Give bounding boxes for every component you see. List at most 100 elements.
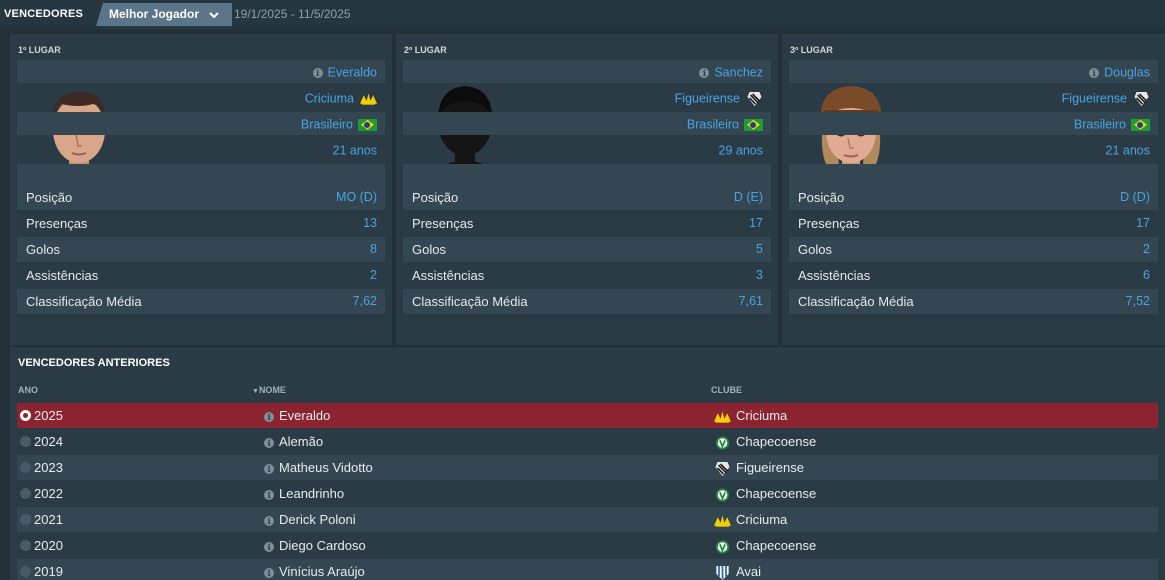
stat-row: Classificação Média 7,61 [403, 289, 771, 314]
table-row[interactable]: 2022 i Leandrinho Chapecoense [17, 481, 1158, 506]
player-name[interactable]: Everaldo [328, 66, 377, 80]
radio-button[interactable] [20, 540, 31, 551]
player-nationality[interactable]: Brasileiro [687, 118, 739, 132]
radio-button[interactable] [20, 514, 31, 525]
stat-row: Presenças 17 [412, 216, 763, 231]
figueirense-crest-icon [746, 92, 763, 106]
brazil-flag-icon [358, 118, 377, 131]
info-icon: i [264, 515, 274, 526]
previous-winners-panel: VENCEDORES ANTERIORES ANO ▼NOME CLUBE 20… [10, 347, 1165, 580]
info-icon: i [1089, 67, 1100, 78]
sort-desc-icon: ▼ [252, 388, 259, 395]
club-cell[interactable]: Criciuma [714, 512, 787, 528]
top-bar: VENCEDORES Melhor Jogador 19/1/2025 - 11… [0, 0, 1165, 29]
player-club-row[interactable]: Criciuma [17, 86, 385, 109]
info-icon: i [312, 67, 323, 78]
stat-row: Assistências 3 [412, 268, 763, 283]
player-name-row[interactable]: i Douglas [789, 60, 1158, 83]
stat-row: Classificação Média 7,62 [17, 289, 385, 314]
table-row[interactable]: 2023 i Matheus Vidotto Figueirense [17, 455, 1158, 480]
name-cell[interactable]: i Diego Cardoso [264, 538, 366, 553]
info-icon: i [699, 67, 710, 78]
podium-panel-first: 1º LUGAR i Everaldo Criciuma Brasileiro 2… [10, 34, 392, 345]
column-header-year[interactable]: ANO [18, 385, 38, 395]
player-name[interactable]: Sanchez [714, 66, 763, 80]
name-cell[interactable]: i Leandrinho [264, 486, 344, 501]
place-label: 2º LUGAR [404, 45, 447, 55]
player-age: 21 anos [1105, 143, 1150, 158]
year-cell: 2020 [34, 538, 63, 553]
player-name-row[interactable]: i Sanchez [403, 60, 771, 83]
stat-row: Presenças 13 [26, 216, 377, 231]
club-cell[interactable]: Chapecoense [714, 486, 816, 502]
table-row[interactable]: 2025 i Everaldo Criciuma [17, 403, 1158, 428]
spacer-row [789, 164, 1158, 187]
year-cell: 2023 [34, 460, 63, 475]
place-label: 1º LUGAR [18, 45, 61, 55]
name-cell[interactable]: i Alemão [264, 434, 323, 449]
radio-button[interactable] [20, 488, 31, 499]
year-cell: 2021 [34, 512, 63, 527]
club-cell[interactable]: Chapecoense [714, 538, 816, 554]
player-club[interactable]: Figueirense [675, 92, 740, 106]
info-icon: i [264, 463, 274, 474]
chapecoense-crest-icon [714, 488, 731, 502]
radio-button[interactable] [20, 566, 31, 577]
chapecoense-crest-icon [714, 540, 731, 554]
stat-row: Assistências 2 [26, 268, 377, 283]
radio-button[interactable] [20, 462, 31, 473]
player-club[interactable]: Criciuma [305, 92, 354, 106]
info-icon: i [264, 437, 274, 448]
table-row[interactable]: 2020 i Diego Cardoso Chapecoense [17, 533, 1158, 558]
radio-button[interactable] [20, 410, 31, 421]
column-header-name[interactable]: ▼NOME [252, 385, 286, 395]
player-nationality[interactable]: Brasileiro [1074, 118, 1126, 132]
player-nationality-row[interactable]: Brasileiro [789, 112, 1158, 135]
player-age-row: 29 anos [403, 138, 771, 161]
name-cell[interactable]: i Derick Poloni [264, 512, 356, 527]
stat-row: Posição MO (D) [17, 185, 385, 210]
info-icon: i [264, 489, 274, 500]
spacer-row [17, 164, 385, 187]
column-header-club[interactable]: CLUBE [711, 385, 742, 395]
player-age-row: 21 anos [789, 138, 1158, 161]
player-age: 29 anos [718, 143, 763, 158]
award-select-dropdown[interactable]: Melhor Jogador [96, 3, 232, 26]
player-club[interactable]: Figueirense [1062, 92, 1127, 106]
info-icon: i [264, 567, 274, 578]
award-select-value: Melhor Jogador [109, 7, 200, 21]
player-nationality[interactable]: Brasileiro [301, 118, 353, 132]
club-cell[interactable]: Chapecoense [714, 434, 816, 450]
table-row[interactable]: 2024 i Alemão Chapecoense [17, 429, 1158, 454]
name-cell[interactable]: i Everaldo [264, 408, 330, 423]
figueirense-crest-icon [714, 462, 731, 476]
player-club-row[interactable]: Figueirense [403, 86, 771, 109]
club-cell[interactable]: Avai [714, 564, 761, 580]
year-cell: 2022 [34, 486, 63, 501]
info-icon: i [264, 541, 274, 552]
section-title: VENCEDORES ANTERIORES [18, 357, 170, 369]
name-cell[interactable]: i Matheus Vidotto [264, 460, 373, 475]
criciuma-crest-icon [360, 92, 377, 106]
club-cell[interactable]: Figueirense [714, 460, 804, 476]
player-club-row[interactable]: Figueirense [789, 86, 1158, 109]
brazil-flag-icon [1131, 118, 1150, 131]
player-nationality-row[interactable]: Brasileiro [17, 112, 385, 135]
club-cell[interactable]: Criciuma [714, 408, 787, 424]
stat-row: Presenças 17 [798, 216, 1150, 231]
spacer-row [403, 164, 771, 187]
player-nationality-row[interactable]: Brasileiro [403, 112, 771, 135]
name-cell[interactable]: i Vinícius Araújo [264, 564, 365, 579]
place-label: 3º LUGAR [790, 45, 833, 55]
player-name-row[interactable]: i Everaldo [17, 60, 385, 83]
criciuma-crest-icon [714, 410, 731, 424]
radio-button[interactable] [20, 436, 31, 447]
stat-row: Assistências 6 [798, 268, 1150, 283]
podium-panel-third: 3º LUGAR i Douglas Figueirense Brasileiro… [782, 34, 1165, 345]
date-range: 19/1/2025 - 11/5/2025 [234, 7, 351, 21]
table-row[interactable]: 2019 i Vinícius Araújo Avai [17, 559, 1158, 580]
stat-row: Classificação Média 7,52 [789, 289, 1158, 314]
table-row[interactable]: 2021 i Derick Poloni Criciuma [17, 507, 1158, 532]
player-name[interactable]: Douglas [1104, 66, 1150, 80]
stat-row: Golos 2 [789, 237, 1158, 262]
